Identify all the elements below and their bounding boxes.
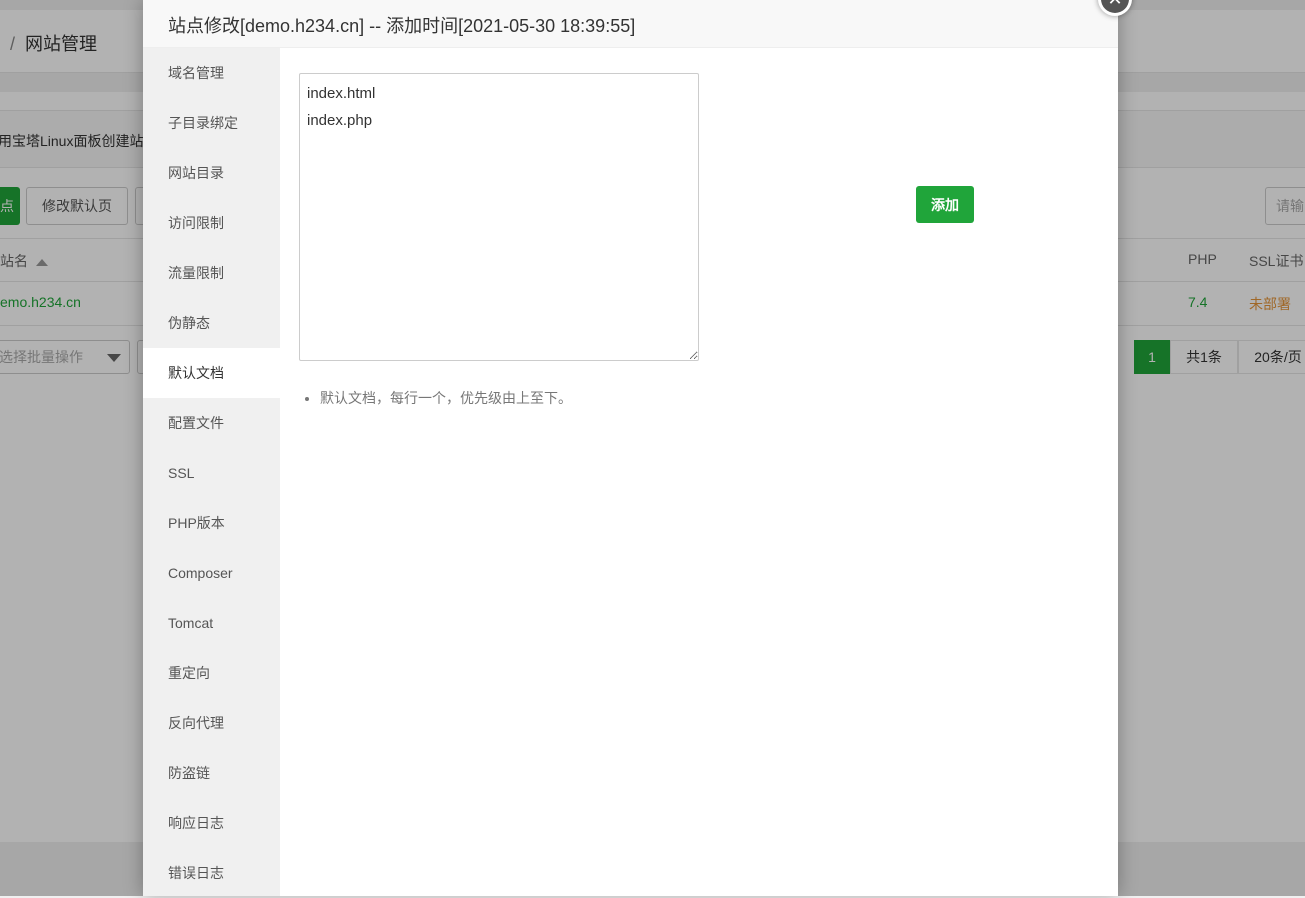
sidebar-item[interactable]: PHP版本 <box>143 498 280 548</box>
tip-item: 默认文档，每行一个，优先级由上至下。 <box>320 385 572 411</box>
sidebar-item[interactable]: 响应日志 <box>143 798 280 848</box>
tips-list: 默认文档，每行一个，优先级由上至下。 <box>299 385 572 411</box>
sidebar-item[interactable]: Composer <box>143 548 280 598</box>
sidebar-item[interactable]: 域名管理 <box>143 48 280 98</box>
sidebar-item[interactable]: 重定向 <box>143 648 280 698</box>
sidebar-item[interactable]: 网站目录 <box>143 148 280 198</box>
close-icon: ✕ <box>1101 0 1129 13</box>
add-button[interactable]: 添加 <box>916 186 974 223</box>
sidebar-item[interactable]: 默认文档 <box>143 348 280 398</box>
sidebar-item[interactable]: Tomcat <box>143 598 280 648</box>
modal-title: 站点修改[demo.h234.cn] -- 添加时间[2021-05-30 18… <box>168 16 636 36</box>
default-docs-textarea[interactable] <box>299 73 699 361</box>
sidebar-item[interactable]: 反向代理 <box>143 698 280 748</box>
site-settings-modal: 站点修改[demo.h234.cn] -- 添加时间[2021-05-30 18… <box>143 0 1132 896</box>
sidebar-item[interactable]: 访问限制 <box>143 198 280 248</box>
sidebar-item[interactable]: 流量限制 <box>143 248 280 298</box>
sidebar-item[interactable]: 配置文件 <box>143 398 280 448</box>
sidebar-item[interactable]: SSL <box>143 448 280 498</box>
sidebar-item[interactable]: 子目录绑定 <box>143 98 280 148</box>
sidebar-item[interactable]: 防盗链 <box>143 748 280 798</box>
modal-header: 站点修改[demo.h234.cn] -- 添加时间[2021-05-30 18… <box>143 0 1118 48</box>
sidebar-item[interactable]: 错误日志 <box>143 848 280 898</box>
settings-sidebar: 域名管理 子目录绑定 网站目录 访问限制 流量限制 伪静态 默认文档 配置文件 SSL PHP版本… <box>143 48 280 896</box>
sidebar-item[interactable]: 伪静态 <box>143 298 280 348</box>
